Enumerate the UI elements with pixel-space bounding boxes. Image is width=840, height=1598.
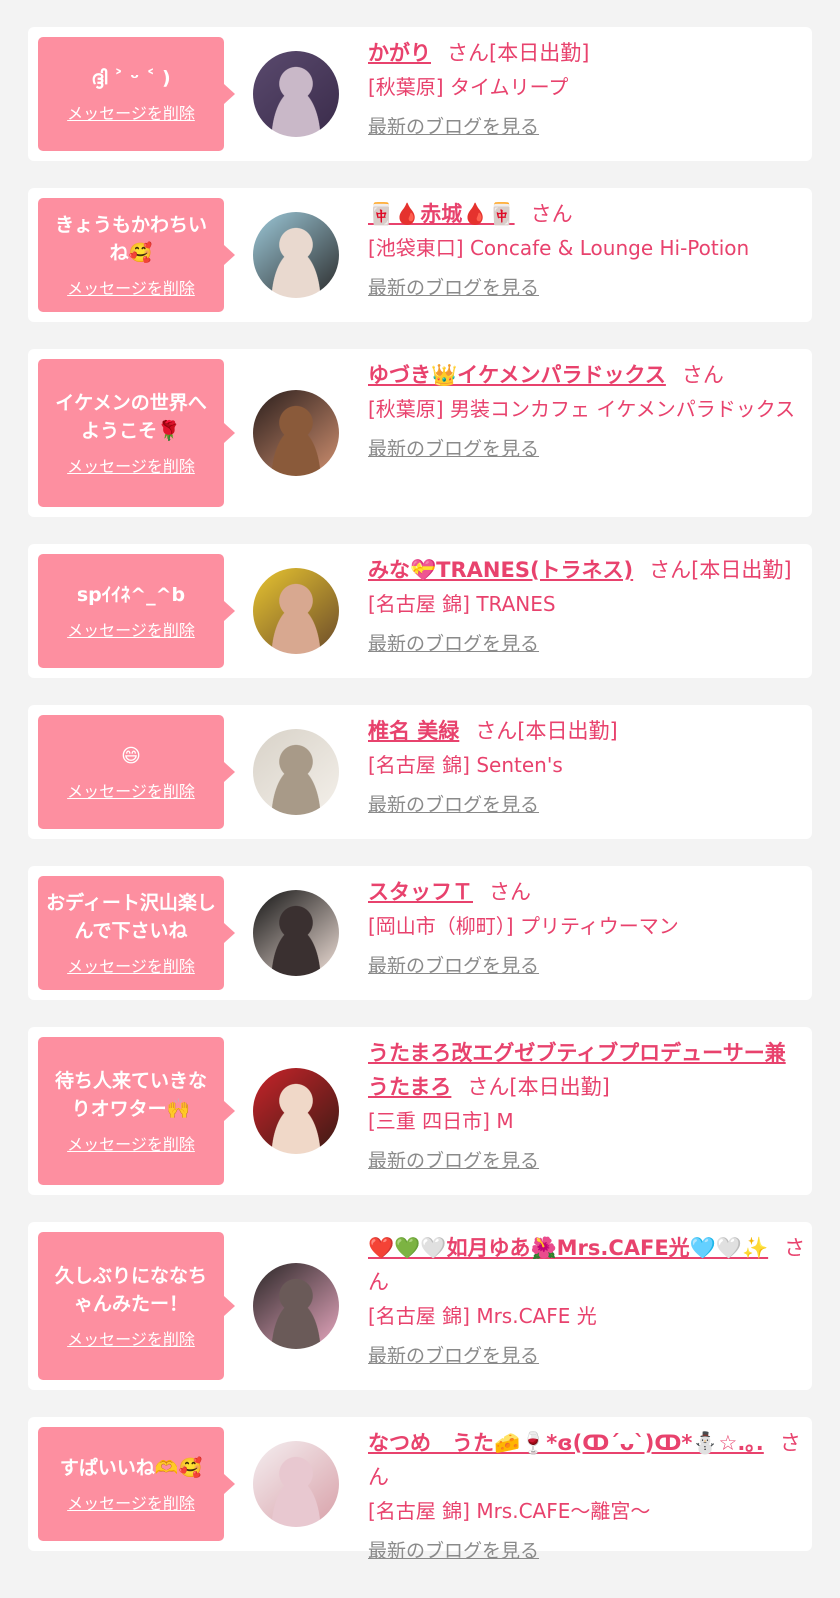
cast-info: 🀄🩸赤城🩸🀄 さん [池袋東口] Concafe & Lounge Hi-Poti… [368, 197, 806, 303]
shop-name: [池袋東口] Concafe & Lounge Hi-Potion [368, 236, 750, 260]
message-bubble: きょうもかわちいね🥰 メッセージを削除 [38, 198, 235, 312]
latest-blog-link[interactable]: 最新のブログを見る [368, 790, 539, 820]
shop-name: [名古屋 錦] Senten's [368, 753, 563, 777]
message-text: きょうもかわちいね🥰 [54, 214, 207, 264]
honorific: さん [681, 363, 724, 387]
delete-message-link[interactable]: メッセージを削除 [67, 453, 195, 477]
message-bubble: イケメンの世界へようこそ🌹 メッセージを削除 [38, 359, 235, 507]
latest-blog-link[interactable]: 最新のブログを見る [368, 273, 539, 303]
message-text: 待ち人来ていきなりオワター🙌 [54, 1070, 207, 1120]
cast-name-link[interactable]: スタッフＴ [368, 880, 473, 904]
cast-info: かがり さん[本日出勤] [秋葉原] タイムリープ 最新のブログを見る [368, 36, 806, 142]
honorific: さん [530, 202, 573, 226]
name-line: ゆづき👑イケメンパラドックス さん [368, 358, 806, 392]
shop-name: [秋葉原] 男装コンカフェ イケメンパラドックス [368, 397, 796, 421]
delete-message-link[interactable]: メッセージを削除 [67, 1326, 195, 1350]
avatar[interactable] [253, 890, 339, 976]
cast-name-link[interactable]: ❤️💚🤍如月ゆあ🌺Mrs.CAFE光🩵🤍✨ [368, 1236, 768, 1260]
message-text: 久しぶりにななちゃんみたー！ [54, 1265, 207, 1315]
message-bubble: 待ち人来ていきなりオワター🙌 メッセージを削除 [38, 1037, 235, 1185]
shop-name: [三重 四日市] M [368, 1109, 514, 1133]
message-card: 😄 メッセージを削除 椎名 美緑 さん[本日出勤] [名古屋 錦] Senten'… [28, 705, 812, 839]
message-card: 待ち人来ていきなりオワター🙌 メッセージを削除 うたまろ改エグゼブティブプロデュ… [28, 1027, 812, 1195]
shop-name: [名古屋 錦] Mrs.CAFE 光 [368, 1304, 597, 1328]
name-line: うたまろ改エグゼブティブプロデューサー兼うたまろ さん[本日出勤] [368, 1036, 806, 1104]
delete-message-link[interactable]: メッセージを削除 [67, 100, 195, 124]
delete-message-link[interactable]: メッセージを削除 [67, 617, 195, 641]
message-text: spｲｲﾈ^_^b [76, 584, 186, 606]
shop-name: [名古屋 錦] TRANES [368, 592, 556, 616]
message-text: イケメンの世界へようこそ🌹 [55, 392, 207, 442]
message-card: ദ്ദി ˃ ᵕ ˂ ) メッセージを削除 かがり さん[本日出勤] [秋葉原] … [28, 27, 812, 161]
latest-blog-link[interactable]: 最新のブログを見る [368, 629, 539, 659]
latest-blog-link[interactable]: 最新のブログを見る [368, 434, 539, 464]
cast-name-link[interactable]: ゆづき👑イケメンパラドックス [368, 363, 666, 387]
cast-info: なつめ うた🧀🍷*ɞ(ↀ´ᴗ`)ↀ*⛄☆.｡. さん [名古屋 錦] Mrs.CA… [368, 1426, 806, 1566]
latest-blog-link[interactable]: 最新のブログを見る [368, 951, 539, 981]
message-bubble: 😄 メッセージを削除 [38, 715, 235, 829]
cast-info: みな💝TRANES(トラネス) さん[本日出勤] [名古屋 錦] TRANES 最… [368, 553, 806, 659]
latest-blog-link[interactable]: 最新のブログを見る [368, 112, 539, 142]
name-line: かがり さん[本日出勤] [368, 36, 806, 70]
latest-blog-link[interactable]: 最新のブログを見る [368, 1341, 539, 1371]
message-text: おディート沢山楽しんで下さいね [46, 892, 216, 942]
cast-info: うたまろ改エグゼブティブプロデューサー兼うたまろ さん[本日出勤] [三重 四日市… [368, 1036, 806, 1176]
avatar[interactable] [253, 390, 339, 476]
cast-name-link[interactable]: 椎名 美緑 [368, 719, 459, 743]
avatar[interactable] [253, 729, 339, 815]
message-bubble: すぱいいね🫶🥰 メッセージを削除 [38, 1427, 235, 1541]
delete-message-link[interactable]: メッセージを削除 [67, 953, 195, 977]
message-list: ദ്ദി ˃ ᵕ ˂ ) メッセージを削除 かがり さん[本日出勤] [秋葉原] … [0, 0, 840, 1562]
honorific: さん [489, 880, 531, 904]
cast-info: スタッフＴ さん [岡山市（柳町）] プリティウーマン 最新のブログを見る [368, 875, 806, 981]
message-text: 😄 [121, 745, 141, 767]
latest-blog-link[interactable]: 最新のブログを見る [368, 1536, 539, 1566]
avatar[interactable] [253, 212, 339, 298]
message-card: きょうもかわちいね🥰 メッセージを削除 🀄🩸赤城🩸🀄 さん [池袋東口] Conc… [28, 188, 812, 322]
delete-message-link[interactable]: メッセージを削除 [67, 275, 195, 299]
cast-info: 椎名 美緑 さん[本日出勤] [名古屋 錦] Senten's 最新のブログを見る [368, 714, 806, 820]
cast-name-link[interactable]: 🀄🩸赤城🩸🀄 [368, 202, 515, 226]
cast-name-link[interactable]: みな💝TRANES(トラネス) [368, 558, 633, 582]
name-line: 椎名 美緑 さん[本日出勤] [368, 714, 806, 748]
name-line: 🀄🩸赤城🩸🀄 さん [368, 197, 806, 231]
message-card: すぱいいね🫶🥰 メッセージを削除 なつめ うた🧀🍷*ɞ(ↀ´ᴗ`)ↀ*⛄☆.｡.… [28, 1417, 812, 1562]
cast-name-link[interactable]: かがり [368, 41, 431, 65]
shop-name: [名古屋 錦] Mrs.CAFE～離宮～ [368, 1499, 651, 1523]
message-card: おディート沢山楽しんで下さいね メッセージを削除 スタッフＴ さん [岡山市（柳町… [28, 866, 812, 1000]
delete-message-link[interactable]: メッセージを削除 [67, 1490, 195, 1514]
honorific: さん[本日出勤] [467, 1075, 610, 1099]
avatar[interactable] [253, 1263, 339, 1349]
shop-name: [秋葉原] タイムリープ [368, 75, 569, 99]
honorific: さん[本日出勤] [475, 719, 618, 743]
message-text: すぱいいね🫶🥰 [59, 1457, 203, 1479]
name-line: スタッフＴ さん [368, 875, 806, 909]
delete-message-link[interactable]: メッセージを削除 [67, 778, 195, 802]
cast-name-link[interactable]: なつめ うた🧀🍷*ɞ(ↀ´ᴗ`)ↀ*⛄☆.｡. [368, 1431, 764, 1455]
message-card: spｲｲﾈ^_^b メッセージを削除 みな💝TRANES(トラネス) さん[本日出… [28, 544, 812, 678]
message-text: ദ്ദി ˃ ᵕ ˂ ) [91, 67, 171, 89]
avatar[interactable] [253, 568, 339, 654]
honorific: さん[本日出勤] [447, 41, 590, 65]
name-line: みな💝TRANES(トラネス) さん[本日出勤] [368, 553, 806, 587]
message-bubble: spｲｲﾈ^_^b メッセージを削除 [38, 554, 235, 668]
latest-blog-link[interactable]: 最新のブログを見る [368, 1146, 539, 1176]
name-line: ❤️💚🤍如月ゆあ🌺Mrs.CAFE光🩵🤍✨ さん [368, 1231, 806, 1299]
avatar[interactable] [253, 1068, 339, 1154]
cast-info: ゆづき👑イケメンパラドックス さん [秋葉原] 男装コンカフェ イケメンパラドック… [368, 358, 806, 464]
message-bubble: おディート沢山楽しんで下さいね メッセージを削除 [38, 876, 235, 990]
honorific: さん[本日出勤] [649, 558, 792, 582]
cast-info: ❤️💚🤍如月ゆあ🌺Mrs.CAFE光🩵🤍✨ さん [名古屋 錦] Mrs.CAFE… [368, 1231, 806, 1371]
message-card: 久しぶりにななちゃんみたー！ メッセージを削除 ❤️💚🤍如月ゆあ🌺Mrs.CAF… [28, 1222, 812, 1390]
avatar[interactable] [253, 1441, 339, 1527]
delete-message-link[interactable]: メッセージを削除 [67, 1131, 195, 1155]
message-bubble: ദ്ദി ˃ ᵕ ˂ ) メッセージを削除 [38, 37, 235, 151]
shop-name: [岡山市（柳町）] プリティウーマン [368, 914, 679, 938]
message-card: イケメンの世界へようこそ🌹 メッセージを削除 ゆづき👑イケメンパラドックス さん … [28, 349, 812, 517]
name-line: なつめ うた🧀🍷*ɞ(ↀ´ᴗ`)ↀ*⛄☆.｡. さん [368, 1426, 806, 1494]
avatar[interactable] [253, 51, 339, 137]
message-bubble: 久しぶりにななちゃんみたー！ メッセージを削除 [38, 1232, 235, 1380]
